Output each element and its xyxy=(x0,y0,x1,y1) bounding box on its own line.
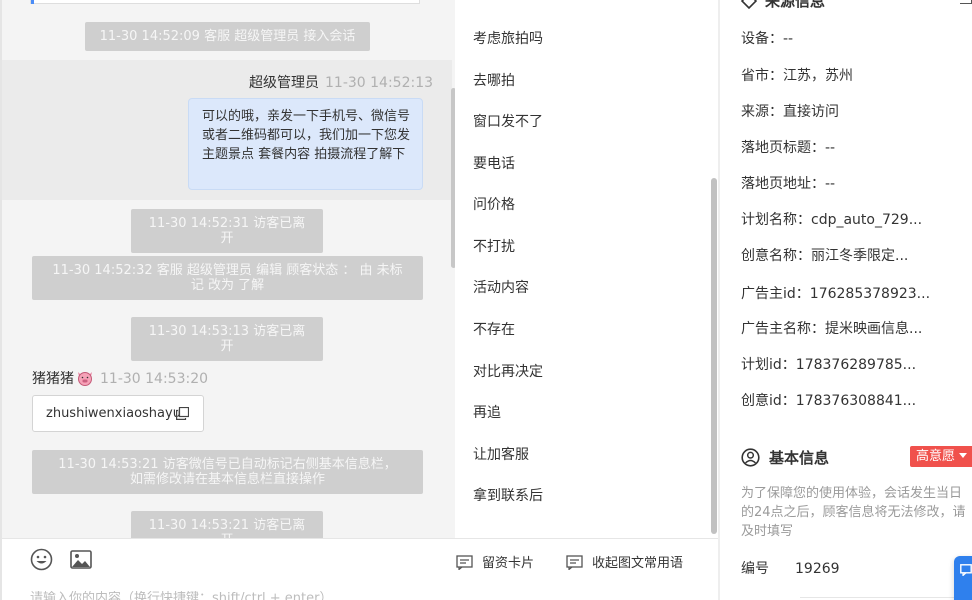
landing-title-value: -- xyxy=(825,140,836,156)
info-row-creative-id: 创意id：178376308841... xyxy=(741,390,916,410)
system-message-visitor-left: 11-30 14:52:31 访客已离开 xyxy=(131,209,323,253)
chat-icon xyxy=(960,564,972,576)
system-message-agent-joined: 11-30 14:52:09 客服 超级管理员 接入会话 xyxy=(85,22,370,51)
system-message-visitor-left: 11-30 14:53:21 访客已离开 xyxy=(131,511,323,538)
intent-level-dropdown[interactable]: 高意愿 xyxy=(910,446,972,467)
quick-reply-item[interactable]: 让加客服 xyxy=(473,444,529,464)
visitor-message-card[interactable]: zhushiwenxiaoshayu xyxy=(32,395,204,432)
info-row-creative-name: 创意名称：丽江冬季限定... xyxy=(741,245,908,265)
info-row-plan-name: 计划名称：cdp_auto_729... xyxy=(741,209,922,229)
chat-history[interactable]: 11-30 14:52:09 客服 超级管理员 接入会话 超级管理员 11-30 … xyxy=(0,0,455,538)
quick-reply-item[interactable]: 窗口发不了 xyxy=(473,111,543,131)
composer: 留资卡片 收起图文常用语 xyxy=(0,538,718,600)
agent-name: 超级管理员 xyxy=(249,75,319,91)
smiley-face-icon[interactable] xyxy=(30,548,53,571)
system-message-visitor-left: 11-30 14:53:13 访客已离开 xyxy=(131,317,323,361)
diamond-icon xyxy=(740,0,758,10)
serial-number-row: 编号 19269 xyxy=(741,558,840,578)
info-row-landing-url: 落地页地址：-- xyxy=(741,173,835,193)
source-value: 直接访问 xyxy=(783,104,839,120)
message-input[interactable] xyxy=(30,591,460,600)
previous-message-card xyxy=(30,0,420,4)
lead-card-button[interactable]: 留资卡片 xyxy=(456,552,534,571)
plan-id-label: 计划id： xyxy=(741,357,796,373)
lead-card-label: 留资卡片 xyxy=(482,556,535,571)
plan-name-value: cdp_auto_729... xyxy=(811,212,923,228)
landing-url-label: 落地页地址： xyxy=(741,176,825,192)
card-icon xyxy=(456,555,473,571)
quick-reply-item[interactable]: 不存在 xyxy=(473,319,515,339)
quick-reply-item[interactable]: 拿到联系后 xyxy=(473,485,543,505)
basic-info-title: 基本信息 xyxy=(769,449,830,467)
quick-reply-item[interactable]: 要电话 xyxy=(473,153,515,173)
quick-reply-item[interactable]: 对比再决定 xyxy=(473,361,543,381)
quick-reply-item[interactable]: 问价格 xyxy=(473,194,515,214)
serial-underline xyxy=(800,597,970,598)
info-row-advertiser-name: 广告主名称：提米映画信息... xyxy=(741,318,922,338)
copy-icon[interactable] xyxy=(176,407,189,420)
visitor-message-meta: 猪猪猪 11-30 14:53:20 xyxy=(32,368,208,388)
intent-level-label: 高意愿 xyxy=(916,449,956,464)
system-message-wechat-marked: 11-30 14:53:21 访客微信号已自动标记右侧基本信息栏，如需修改请在基… xyxy=(32,450,423,494)
visitor-card-text: zhushiwenxiaoshayu xyxy=(46,406,181,421)
landing-url-value: -- xyxy=(825,176,836,192)
info-row-landing-title: 落地页标题：-- xyxy=(741,137,835,157)
creative-name-value: 丽江冬季限定... xyxy=(811,248,909,264)
region-label: 省市： xyxy=(741,68,783,84)
advertiser-name-value: 提米映画信息... xyxy=(825,321,923,337)
serial-label: 编号 xyxy=(741,561,769,577)
agent-message-time: 11-30 14:52:13 xyxy=(325,75,434,91)
edit-deadline-notice: 为了保障您的使用体验，会话发生当日的24点之后，顾客信息将无法修改，请及时填写 xyxy=(741,486,966,539)
info-row-plan-id: 计划id：178376289785... xyxy=(741,354,916,374)
customer-info-panel: 来源信息 设备：-- 省市：江苏，苏州 来源：直接访问 落地页标题：-- 落地页… xyxy=(720,0,972,600)
advertiser-name-label: 广告主名称： xyxy=(741,321,825,337)
device-label: 设备： xyxy=(741,31,783,47)
agent-message-meta: 超级管理员 11-30 14:52:13 xyxy=(249,72,433,92)
user-circle-icon xyxy=(741,448,760,467)
source-section-header[interactable]: 来源信息 xyxy=(740,0,826,11)
quick-reply-panel: —————— 考虑旅拍吗 去哪拍 窗口发不了 要电话 问价格 不打扰 活动内容 … xyxy=(455,0,718,538)
info-row-device: 设备：-- xyxy=(741,28,793,48)
quick-reply-item[interactable]: 不打扰 xyxy=(473,236,515,256)
quick-reply-scrollbar[interactable] xyxy=(711,178,717,534)
quick-reply-item[interactable]: 去哪拍 xyxy=(473,70,515,90)
quick-reply-item[interactable]: 再追 xyxy=(473,402,501,422)
serial-value: 19269 xyxy=(795,561,840,577)
advertiser-id-value: 176285378923... xyxy=(809,286,931,302)
caret-down-icon xyxy=(959,453,968,458)
creative-id-label: 创意id： xyxy=(741,393,796,409)
phrase-icon xyxy=(566,555,583,571)
info-row-source: 来源：直接访问 xyxy=(741,101,839,121)
quick-reply-item-partial[interactable]: —————— xyxy=(473,0,557,6)
visitor-name: 猪猪猪 xyxy=(32,371,74,387)
collapse-phrases-label: 收起图文常用语 xyxy=(592,556,684,571)
collapse-corner-icon[interactable] xyxy=(960,0,972,4)
basic-info-header: 基本信息 xyxy=(741,447,829,468)
device-value: -- xyxy=(783,31,794,47)
info-row-region: 省市：江苏，苏州 xyxy=(741,65,853,85)
collapse-phrases-button[interactable]: 收起图文常用语 xyxy=(566,552,683,571)
info-row-advertiser-id: 广告主id：176285378923... xyxy=(741,283,930,303)
floating-action-button[interactable] xyxy=(954,556,972,600)
picture-icon[interactable] xyxy=(70,550,92,569)
source-section-title: 来源信息 xyxy=(765,0,826,10)
system-message-status-edit: 11-30 14:52:32 客服 超级管理员 编辑 顾客状态 ： 由 未标记 … xyxy=(32,256,423,300)
region-value: 江苏，苏州 xyxy=(783,68,853,84)
quick-reply-item[interactable]: 考虑旅拍吗 xyxy=(473,28,543,48)
agent-message-bubble: 可以的哦，亲发一下手机号、微信号或者二维码都可以，我们加一下您发主题景点 套餐内… xyxy=(188,98,423,190)
source-label: 来源： xyxy=(741,104,783,120)
visitor-message-time: 11-30 14:53:20 xyxy=(100,371,209,387)
quick-reply-item[interactable]: 活动内容 xyxy=(473,277,529,297)
creative-name-label: 创意名称： xyxy=(741,248,811,264)
plan-name-label: 计划名称： xyxy=(741,212,811,228)
pig-face-icon xyxy=(78,372,92,386)
creative-id-value: 178376308841... xyxy=(795,393,917,409)
advertiser-id-label: 广告主id： xyxy=(741,286,810,302)
plan-id-value: 178376289785... xyxy=(795,357,917,373)
landing-title-label: 落地页标题： xyxy=(741,140,825,156)
